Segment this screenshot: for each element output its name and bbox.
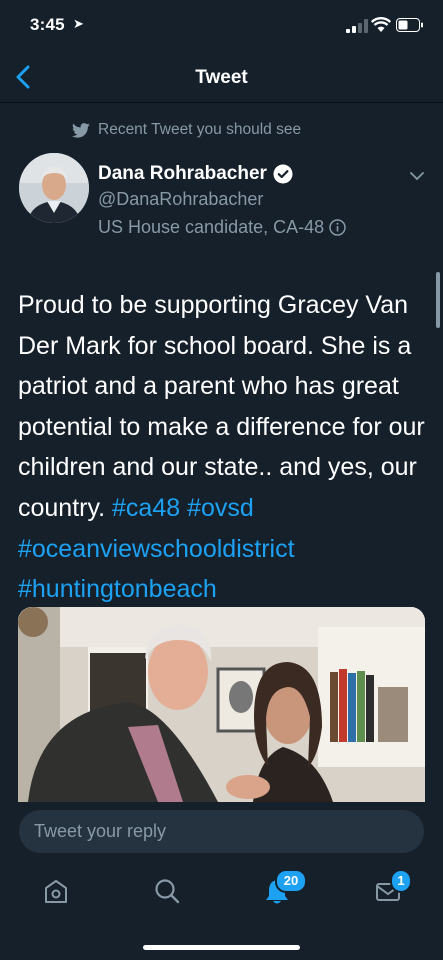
messages-badge: 1 (390, 869, 412, 893)
status-bar: 3:45 ➤ (0, 0, 443, 54)
scroll-indicator (436, 272, 440, 328)
photo-image (18, 607, 425, 802)
wifi-icon (371, 17, 391, 32)
author-name[interactable]: Dana Rohrabacher (98, 163, 267, 185)
avatar-image (19, 153, 89, 223)
notifications-badge: 20 (275, 869, 307, 893)
battery-icon (396, 18, 423, 32)
recent-tweet-context: Recent Tweet you should see (72, 121, 301, 139)
status-time: 3:45 (30, 15, 65, 34)
verified-badge-icon (273, 164, 293, 184)
author-handle[interactable]: @DanaRohrabacher (98, 189, 263, 210)
page-title: Tweet (195, 67, 248, 88)
location-arrow-icon: ➤ (73, 16, 84, 31)
reply-placeholder: Tweet your reply (34, 821, 167, 841)
hashtag-link[interactable]: #ca48 (112, 494, 180, 522)
tab-bar: 20 1 (0, 862, 443, 918)
author-name-row: Dana Rohrabacher (98, 163, 293, 185)
reply-input[interactable]: Tweet your reply (19, 810, 424, 853)
chevron-down-icon[interactable] (409, 170, 425, 182)
info-icon[interactable] (329, 219, 346, 236)
cellular-signal-icon (346, 19, 368, 33)
context-label: Recent Tweet you should see (98, 121, 302, 138)
twitter-bird-icon (72, 122, 90, 138)
tweet-body-text: Proud to be supporting Gracey Van Der Ma… (18, 291, 425, 522)
home-indicator[interactable] (143, 945, 300, 950)
author-bio: US House candidate, CA-48 (98, 217, 346, 238)
hashtag-link[interactable]: #ovsd (187, 494, 254, 522)
hashtag-link[interactable]: #oceanviewschooldistrict (18, 535, 295, 563)
avatar[interactable] (19, 153, 89, 223)
tweet-text: Proud to be supporting Gracey Van Der Ma… (18, 285, 433, 610)
navigation-bar: Tweet (0, 54, 443, 103)
search-icon[interactable] (152, 876, 182, 906)
tweet-photo[interactable] (18, 607, 425, 802)
author-bio-text: US House candidate, CA-48 (98, 217, 325, 237)
hashtag-link[interactable]: #huntingtonbeach (18, 575, 217, 603)
home-icon[interactable] (41, 876, 71, 906)
